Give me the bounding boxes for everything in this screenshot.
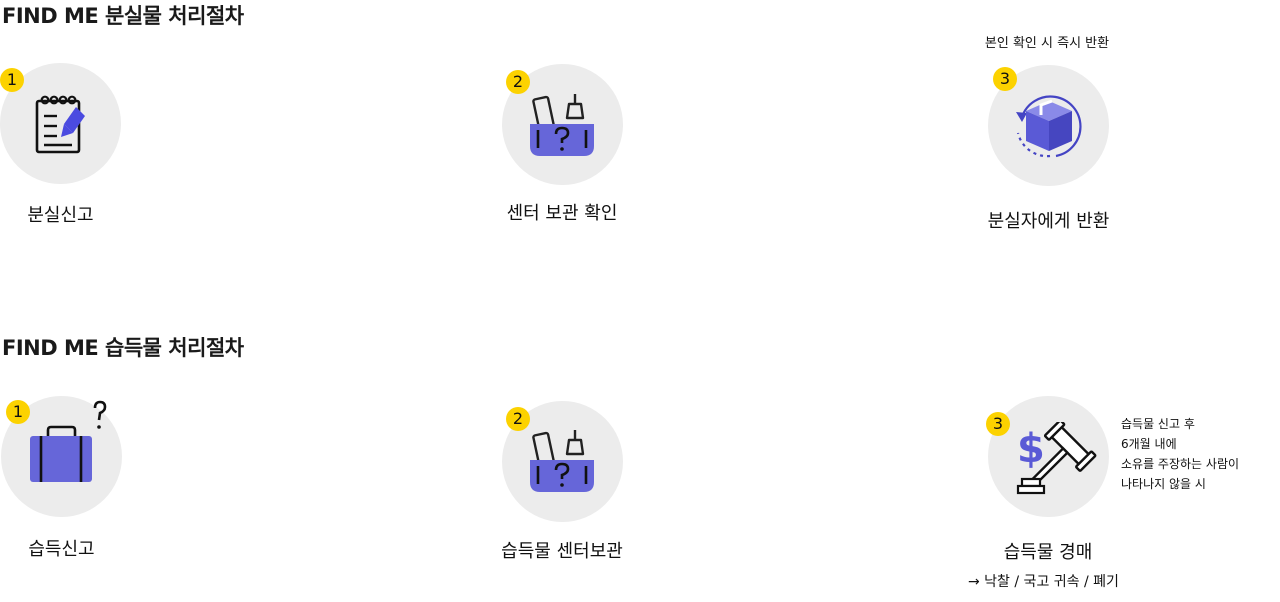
storage-box-icon xyxy=(530,430,594,492)
svg-text:$: $ xyxy=(1017,426,1045,472)
note-line: 소유를 주장하는 사람이 xyxy=(1121,457,1240,471)
step-circle: $ xyxy=(988,396,1109,517)
step-note: 본인 확인 시 즉시 반환 xyxy=(984,36,1110,51)
step-number-badge: 2 xyxy=(506,407,530,431)
step-label: 센터 보관 확인 xyxy=(506,203,618,224)
note-line: 6개월 내에 xyxy=(1121,437,1177,451)
auction-gavel-icon: $ xyxy=(1016,422,1097,495)
step-number-badge: 1 xyxy=(6,400,30,424)
briefcase-question-icon xyxy=(30,400,107,482)
step-number-badge: 3 xyxy=(993,67,1017,91)
notepad-pen-icon xyxy=(35,95,85,154)
storage-box-icon xyxy=(530,94,594,156)
lost-section-title: FIND ME 분실물 처리절차 xyxy=(2,4,244,28)
found-section-title: FIND ME 습득물 처리절차 xyxy=(2,336,244,360)
step-note: 습득물 신고 후 6개월 내에 소유를 주장하는 사람이 나타나지 않을 시 xyxy=(1121,414,1239,494)
return-package-icon xyxy=(1016,95,1082,158)
step-number-badge: 2 xyxy=(506,70,530,94)
step-label: 습득물 경매 xyxy=(1003,542,1093,563)
step-label: 습득물 센터보관 xyxy=(501,541,623,562)
note-line: 습득물 신고 후 xyxy=(1121,417,1195,431)
note-line: 나타나지 않을 시 xyxy=(1121,477,1206,491)
step-label: 분실신고 xyxy=(27,205,94,226)
step-label: 분실자에게 반환 xyxy=(987,211,1110,232)
step-number-badge: 1 xyxy=(0,68,24,92)
step-label: 습득신고 xyxy=(28,539,95,560)
step-number-badge: 3 xyxy=(986,412,1010,436)
step-sub-label: → 낙찰 / 국고 귀속 / 폐기 xyxy=(968,574,1119,590)
